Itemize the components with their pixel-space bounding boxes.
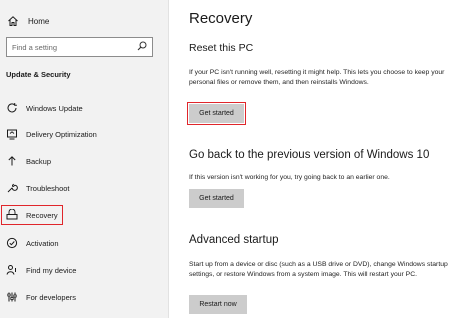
delivery-optimization-icon <box>5 127 19 141</box>
search-input[interactable] <box>12 42 122 52</box>
reset-description: If your PC isn't running well, resetting… <box>189 69 445 86</box>
check-circle-icon <box>5 236 19 250</box>
sidebar-item-troubleshoot[interactable]: Troubleshoot <box>2 178 155 198</box>
refresh-icon <box>5 101 19 115</box>
developer-sliders-icon <box>5 290 19 304</box>
search-box[interactable] <box>6 37 153 57</box>
sidebar-item-activation[interactable]: Activation <box>2 233 155 253</box>
sidebar-item-label: For developers <box>26 292 77 302</box>
person-location-icon <box>5 263 19 277</box>
reset-heading: Reset this PC <box>189 42 254 54</box>
sidebar-item-label: Troubleshoot <box>26 183 70 193</box>
sidebar-item-windows-update[interactable]: Windows Update <box>2 98 155 118</box>
backup-arrow-icon <box>5 154 19 168</box>
advanced-heading: Advanced startup <box>189 234 279 246</box>
sidebar-item-label: Backup <box>26 156 52 166</box>
sidebar-item-backup[interactable]: Backup <box>2 151 155 171</box>
home-link[interactable]: Home <box>6 13 49 29</box>
search-icon[interactable] <box>137 38 147 56</box>
sidebar-item-recovery[interactable]: Recovery <box>1 205 63 225</box>
page-title: Recovery <box>189 10 253 27</box>
restart-now-button[interactable]: Restart now <box>189 295 247 314</box>
goback-get-started-button[interactable]: Get started <box>189 189 244 208</box>
sidebar-item-label: Activation <box>26 238 59 248</box>
wrench-icon <box>5 181 19 195</box>
sidebar-item-label: Find my device <box>26 265 77 275</box>
sidebar-item-for-developers[interactable]: For developers <box>2 287 155 307</box>
recovery-drive-icon <box>5 208 19 222</box>
reset-get-started-button[interactable]: Get started <box>187 102 246 125</box>
home-label: Home <box>28 16 50 26</box>
advanced-description: Start up from a device or disc (such as … <box>189 261 448 278</box>
sidebar-item-label: Windows Update <box>26 103 83 113</box>
section-title: Update & Security <box>6 70 71 79</box>
home-icon <box>6 14 20 28</box>
sidebar-item-label: Recovery <box>26 210 58 220</box>
main-content: Recovery Reset this PC If your PC isn't … <box>170 0 474 318</box>
sidebar-item-delivery-optimization[interactable]: Delivery Optimization <box>2 124 155 144</box>
sidebar-item-find-my-device[interactable]: Find my device <box>2 260 155 280</box>
goback-heading: Go back to the previous version of Windo… <box>189 149 430 161</box>
sidebar: Home Update & Security Windows Update De… <box>0 0 169 318</box>
sidebar-item-label: Delivery Optimization <box>26 129 97 139</box>
goback-description: If this version isn't working for you, t… <box>189 174 390 181</box>
